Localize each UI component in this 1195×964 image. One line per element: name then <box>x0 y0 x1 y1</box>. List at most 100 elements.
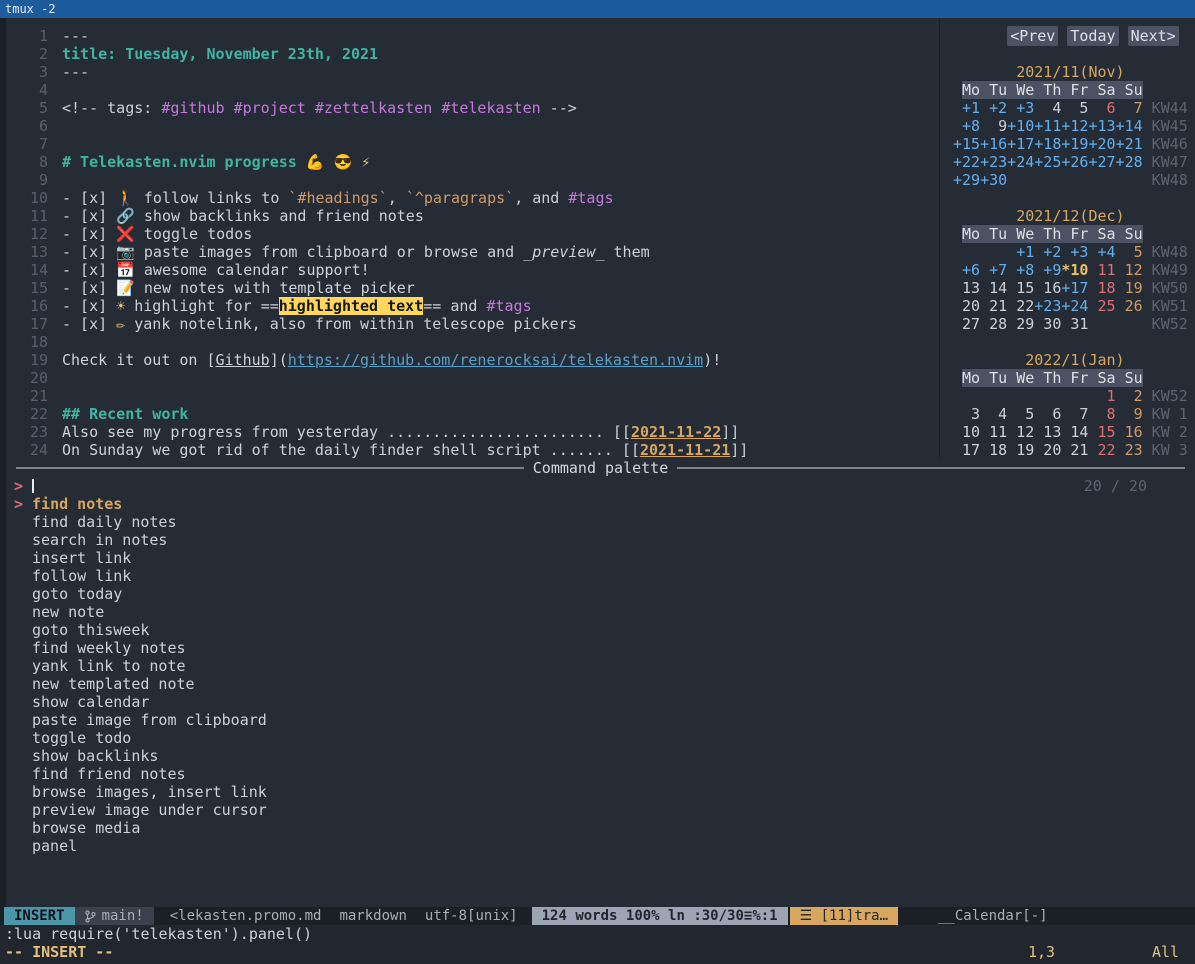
palette-item[interactable]: panel <box>6 837 1195 855</box>
calendar-day-linked[interactable]: +22+23+24+25+26+27+28 <box>953 153 1143 171</box>
url-link[interactable]: https://github.com/renerocksai/telekaste… <box>288 351 703 369</box>
palette-item[interactable]: preview image under cursor <box>6 801 1195 819</box>
calendar-day-saturday[interactable]: 25 <box>1088 297 1115 315</box>
calendar-day-saturday[interactable]: 11 <box>1088 261 1115 279</box>
palette-item[interactable]: show backlinks <box>6 747 1195 765</box>
highlighted-text: highlighted text <box>279 297 424 315</box>
editor-line: 6 <box>6 117 935 135</box>
calendar-day-sunday[interactable]: 9 <box>1116 405 1143 423</box>
palette-item[interactable]: yank link to note <box>6 657 1195 675</box>
palette-prompt-row[interactable]: > 20 / 20 <box>6 477 1195 495</box>
editor-pane[interactable]: 1---2title: Tuesday, November 23th, 2021… <box>6 18 935 459</box>
weekday-header: Mo Tu We Th Fr Sa Su <box>962 81 1143 99</box>
selected-item-label: find notes <box>32 495 122 513</box>
command-line[interactable]: :lua require('telekasten').panel() <box>0 925 1195 943</box>
calendar-day-sunday[interactable]: 23 <box>1116 441 1143 459</box>
palette-item[interactable]: new templated note <box>6 675 1195 693</box>
text-segment <box>432 99 441 117</box>
calendar-day-linked[interactable]: +1 +2 +3 +4 <box>1007 243 1115 261</box>
tmux-title-bar: tmux -2 <box>0 0 1195 18</box>
wiki-link[interactable]: 2021-11-22 <box>631 423 721 441</box>
wiki-link[interactable]: 2021-11-21 <box>640 441 730 459</box>
editor-line: 4 <box>6 81 935 99</box>
palette-item[interactable]: browse images, insert link <box>6 783 1195 801</box>
palette-item[interactable]: new note <box>6 603 1195 621</box>
palette-item[interactable]: find weekly notes <box>6 639 1195 657</box>
calendar-line <box>953 45 1195 63</box>
calendar-day-saturday[interactable]: 6 <box>1088 99 1115 117</box>
calendar-text: 20 21 22 <box>953 297 1034 315</box>
calendar-day-linked[interactable]: +6 +7 +8 +9 <box>953 261 1061 279</box>
calendar-line: +6 +7 +8 +9*10 11 12 KW49 <box>953 261 1195 279</box>
calendar-day-saturday[interactable]: 22 <box>1088 441 1115 459</box>
text-segment: On Sunday we got rid of the daily finder… <box>62 441 640 459</box>
github-link[interactable]: Github <box>216 351 270 369</box>
tag-link[interactable]: #tags <box>568 189 613 207</box>
palette-item-selected[interactable]: >find notes <box>6 495 1195 513</box>
palette-item[interactable]: follow link <box>6 567 1195 585</box>
line-number: 20 <box>6 369 48 387</box>
calendar-button[interactable]: <Prev <box>1007 26 1058 46</box>
palette-item[interactable]: browse media <box>6 819 1195 837</box>
tag-link[interactable]: #telekasten <box>441 99 540 117</box>
palette-item[interactable]: find friend notes <box>6 765 1195 783</box>
calendar-day-sunday[interactable]: 19 <box>1116 279 1143 297</box>
calendar-line: +8 9+10+11+12+13+14 KW45 <box>953 117 1195 135</box>
line-number: 21 <box>6 387 48 405</box>
calendar-day-saturday[interactable]: 15 <box>1088 423 1115 441</box>
calendar-day-today[interactable]: *10 <box>1061 261 1088 279</box>
line-number: 15 <box>6 279 48 297</box>
calendar-day-linked[interactable]: +8 <box>953 117 980 135</box>
calendar-day-sunday[interactable]: 12 <box>1116 261 1143 279</box>
palette-item[interactable]: toggle todo <box>6 729 1195 747</box>
palette-item[interactable]: paste image from clipboard <box>6 711 1195 729</box>
calendar-day-sunday[interactable]: 16 <box>1116 423 1143 441</box>
line-number: 4 <box>6 81 48 99</box>
calendar-day-saturday[interactable]: 8 <box>1088 405 1115 423</box>
calendar-day-linked[interactable]: +17 <box>1061 279 1088 297</box>
calendar-text: 10 11 12 13 14 <box>953 423 1088 441</box>
calendar-day-saturday[interactable]: 1 <box>1088 387 1115 405</box>
palette-item[interactable]: goto thisweek <box>6 621 1195 639</box>
tag-link[interactable]: #tags <box>486 297 531 315</box>
calendar-pane[interactable]: <Prev Today Next> 2021/11(Nov) Mo Tu We … <box>939 18 1195 459</box>
text-segment: --- <box>62 63 89 81</box>
diagnostics-segment[interactable]: ☰ [11]tra… <box>790 907 898 925</box>
calendar-text <box>953 369 962 387</box>
tag-link[interactable]: #project <box>234 99 306 117</box>
calendar-button[interactable]: Today <box>1067 26 1118 46</box>
status-line: INSERT main! <lekasten.promo.md markdown… <box>0 907 1195 925</box>
line-number: 12 <box>6 225 48 243</box>
calendar-day-sunday[interactable]: 7 <box>1116 99 1143 117</box>
calendar-button[interactable]: Next> <box>1128 26 1179 46</box>
calendar-day-sunday[interactable]: 2 <box>1116 387 1143 405</box>
calendar-day-linked[interactable]: +29+30 <box>953 171 1007 189</box>
calendar-day-linked[interactable]: +10+11+12+13+14 <box>1007 117 1142 135</box>
palette-item[interactable]: show calendar <box>6 693 1195 711</box>
calendar-day-sunday[interactable]: 26 <box>1116 297 1143 315</box>
tag-link[interactable]: #zettelkasten <box>315 99 432 117</box>
inline-code: `^paragraps` <box>406 189 514 207</box>
calendar-day-sunday[interactable]: 5 <box>1116 243 1143 261</box>
tag-link[interactable]: #github <box>161 99 224 117</box>
week-number: KW 2 <box>1143 423 1188 441</box>
git-branch-segment[interactable]: main! <box>75 907 154 925</box>
calendar-day-saturday[interactable]: 18 <box>1088 279 1115 297</box>
palette-item[interactable]: goto today <box>6 585 1195 603</box>
calendar-day-linked[interactable]: +23+24 <box>1034 297 1088 315</box>
calendar-day-linked[interactable]: +1 +2 +3 <box>953 99 1034 117</box>
line-number: 3 <box>6 63 48 81</box>
palette-item[interactable]: insert link <box>6 549 1195 567</box>
calendar-day-linked[interactable]: +15+16+17+18+19+20+21 <box>953 135 1143 153</box>
line-number: 7 <box>6 135 48 153</box>
palette-item[interactable]: search in notes <box>6 531 1195 549</box>
palette-item[interactable]: find daily notes <box>6 513 1195 531</box>
month-title: 2022/1(Jan) <box>953 351 1125 369</box>
text-segment: - [x] <box>62 207 116 225</box>
text-segment: - [x] <box>62 279 116 297</box>
text-segment: --> <box>541 99 577 117</box>
text-segment: ]] <box>721 423 739 441</box>
line-number: 13 <box>6 243 48 261</box>
emoji-icon: 🔗 <box>116 207 135 225</box>
text-segment: - [x] <box>62 189 116 207</box>
